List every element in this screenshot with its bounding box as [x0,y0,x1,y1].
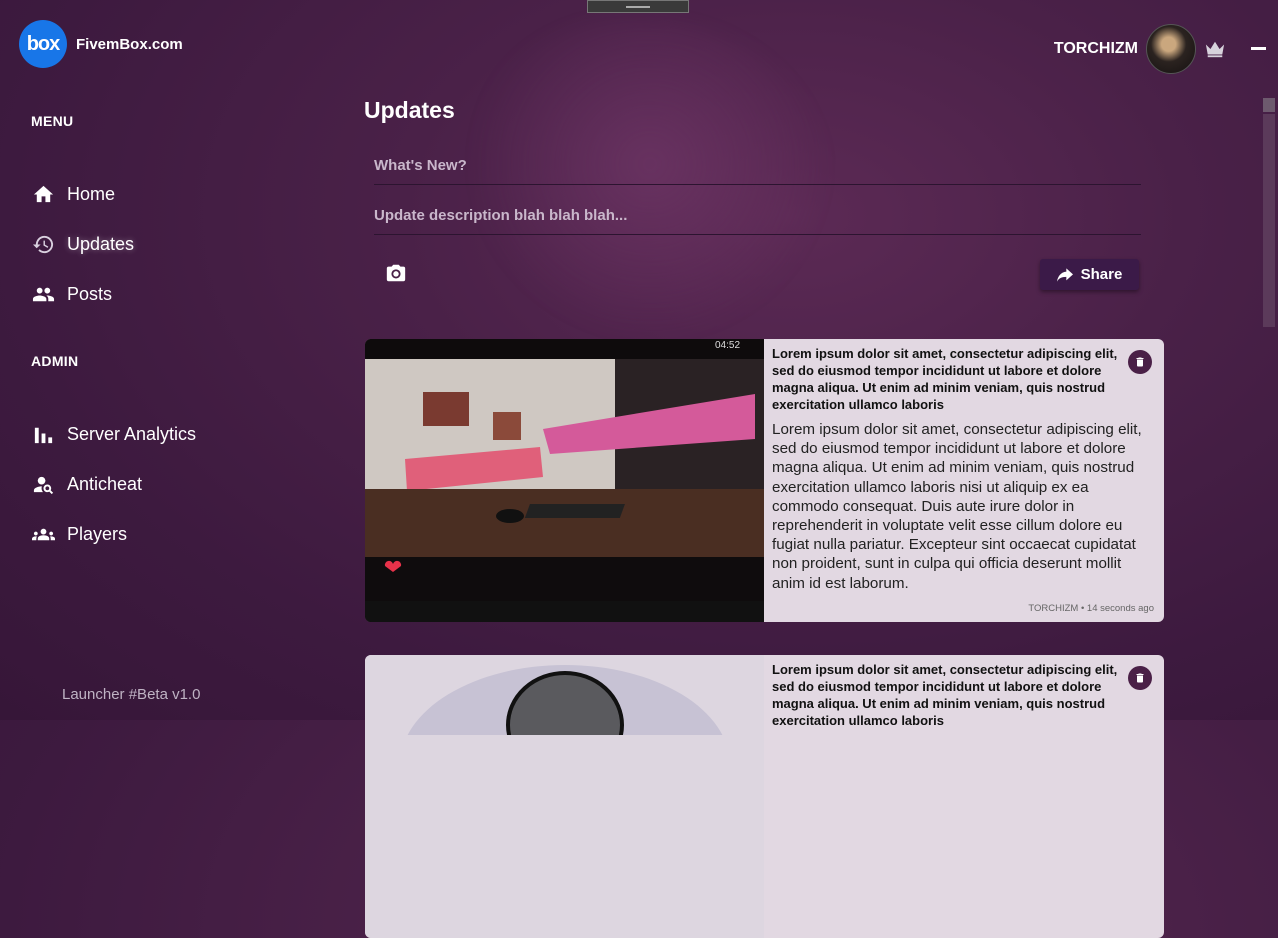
post-image-art: 04:52 [365,339,764,622]
avatar[interactable] [1146,24,1196,74]
page-title: Updates [364,97,455,123]
sidebar-item-anticheat[interactable]: Anticheat [32,473,142,496]
sidebar-item-players[interactable]: Players [32,523,127,546]
sidebar-item-home[interactable]: Home [32,183,115,206]
scroll-up-button[interactable] [1263,98,1275,112]
people-icon [32,287,55,302]
history-icon [32,235,54,254]
post-image [365,655,764,938]
menu-heading: MENU [31,113,74,129]
crown-icon [1205,41,1225,58]
post-meta: TORCHIZM • 14 seconds ago [1028,603,1154,614]
share-label: Share [1080,266,1123,283]
post-title: Lorem ipsum dolor sit amet, consectetur … [772,346,1118,412]
sidebar-item-label: Posts [67,284,113,304]
sidebar-item-label: Server Analytics [67,424,197,444]
admin-heading: ADMIN [31,353,79,369]
bar-chart-icon [34,427,53,444]
share-button[interactable]: Share [1040,259,1139,290]
sidebar-item-label: Home [67,184,116,204]
camera-icon[interactable] [385,262,407,284]
username: TORCHIZM [1053,40,1138,57]
brand[interactable]: box FivemBox.com [19,20,183,68]
post-card: Lorem ipsum dolor sit amet, consectetur … [365,655,1164,938]
post-image: 04:52 [365,339,764,622]
delete-post-button[interactable] [1128,666,1152,690]
sidebar-item-updates[interactable]: Updates [32,233,134,256]
window-drag-handle[interactable] [587,0,689,13]
launcher-version: Launcher #Beta v1.0 [62,686,201,703]
minimize-button[interactable] [1251,47,1266,50]
post-text: Lorem ipsum dolor sit amet, consectetur … [772,421,1142,592]
sidebar-item-server-analytics[interactable]: Server Analytics [32,423,196,446]
person-search-icon [33,476,54,495]
home-icon [33,185,54,203]
sidebar-item-label: Players [67,524,128,544]
trash-icon [1136,357,1144,367]
delete-post-button[interactable] [1128,350,1152,374]
update-title-input[interactable] [374,146,1141,185]
brand-logo: box [19,20,67,68]
trash-icon [1136,673,1144,683]
post-card: 04:52 Lorem ipsum dolor sit amet, consec… [365,339,1164,622]
post-image-art [400,665,730,865]
post-body: Lorem ipsum dolor sit amet, consectetur … [764,339,1164,622]
sidebar-item-label: Updates [67,234,135,254]
post-body: Lorem ipsum dolor sit amet, consectetur … [764,655,1164,938]
sidebar-item-posts[interactable]: Posts [32,283,112,306]
sidebar-item-label: Anticheat [67,474,143,494]
post-title: Lorem ipsum dolor sit amet, consectetur … [772,662,1118,728]
share-arrow-icon [1056,267,1073,282]
user-profile[interactable]: TORCHIZM [1054,24,1226,74]
scrollbar-thumb[interactable] [1263,114,1275,327]
update-description-input[interactable] [374,196,1141,235]
group-icon [32,528,55,541]
phone-clock: 04:52 [715,340,740,351]
brand-name: FivemBox.com [76,35,183,53]
